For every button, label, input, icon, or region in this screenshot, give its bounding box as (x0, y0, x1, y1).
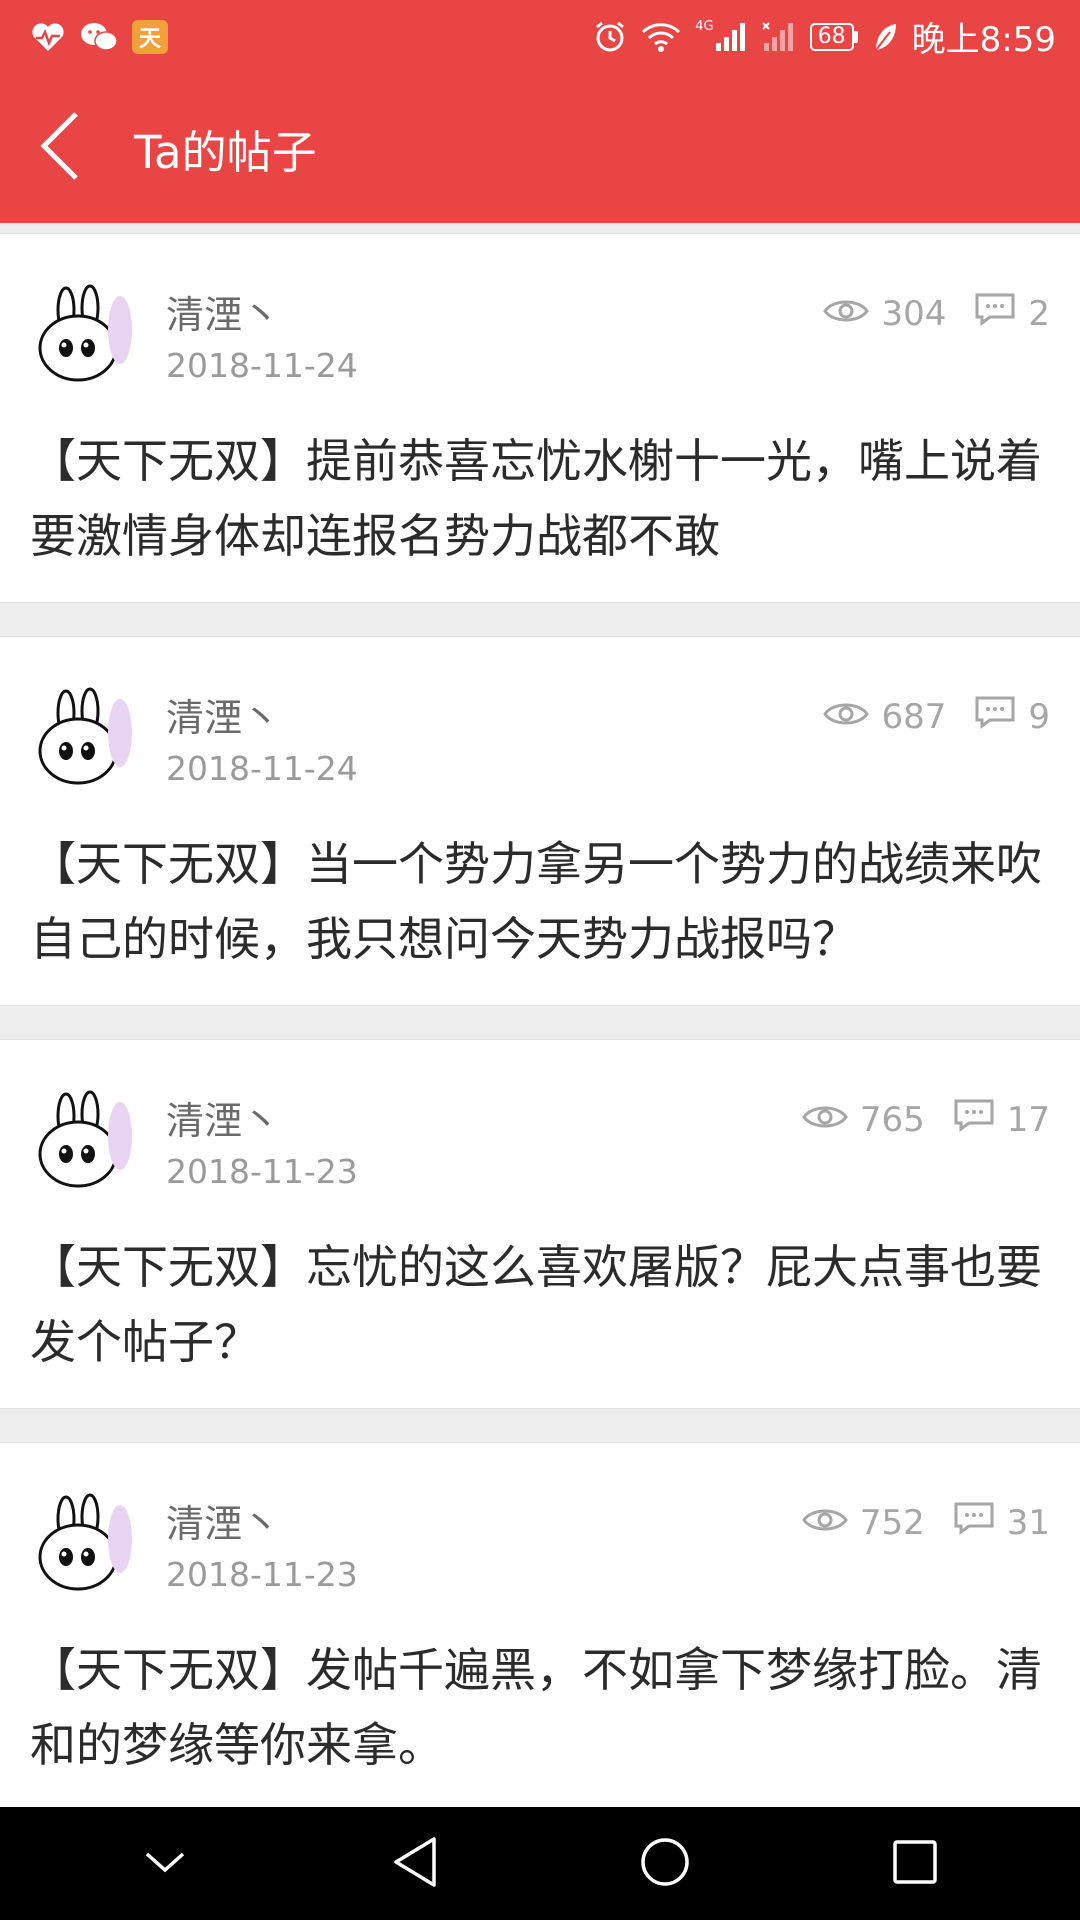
post-author[interactable]: 清湮丶 (166, 284, 280, 339)
post-list[interactable]: 清湮丶 2018-11-24 304 2 【天下无双】提前恭喜忘忧水榭十一光，嘴… (0, 223, 1080, 1807)
nav-back-button[interactable] (355, 1807, 475, 1920)
recents-square-icon (892, 1839, 938, 1889)
post-card[interactable]: 清湮丶 2018-11-24 687 9 【天下无双】当一个势力拿另一个势力的战… (0, 636, 1080, 1006)
back-triangle-icon (392, 1836, 438, 1892)
nav-recents-button[interactable] (855, 1807, 975, 1920)
view-count: 752 (859, 1502, 925, 1543)
eye-icon (823, 697, 870, 737)
chevron-left-icon (40, 112, 80, 184)
comment-icon (974, 695, 1016, 738)
comment-count: 9 (1028, 696, 1050, 737)
status-right-icons: 4G 68 晚上8:59 (593, 12, 1056, 61)
avatar[interactable] (30, 685, 134, 789)
system-nav-bar (0, 1807, 1080, 1920)
post-card[interactable]: 清湮丶 2018-11-24 304 2 【天下无双】提前恭喜忘忧水榭十一光，嘴… (0, 233, 1080, 603)
post-title[interactable]: 【天下无双】发帖千遍黑，不如拿下梦缘打脸。清和的梦缘等你来拿。 (30, 1633, 1060, 1783)
post-title[interactable]: 【天下无双】提前恭喜忘忧水榭十一光，嘴上说着要激情身体却连报名势力战都不敢 (30, 424, 1060, 574)
comment-icon (953, 1501, 995, 1544)
page-title: Ta的帖子 (134, 125, 317, 179)
post-stats: 765 17 (802, 1098, 1050, 1141)
wifi-icon (641, 21, 681, 53)
eye-icon (802, 1100, 848, 1140)
view-count: 304 (881, 293, 947, 334)
hide-keyboard-button[interactable] (105, 1807, 225, 1920)
view-count: 687 (881, 696, 947, 737)
app-bar: Ta的帖子 (0, 73, 1080, 223)
leaf-icon (872, 22, 898, 52)
post-author[interactable]: 清湮丶 (166, 687, 280, 742)
post-author[interactable]: 清湮丶 (166, 1090, 280, 1145)
post-card[interactable]: 清湮丶 2018-11-23 765 17 【天下无双】忘忧的这么喜欢屠版？屁大… (0, 1039, 1080, 1409)
home-circle-icon (639, 1836, 691, 1892)
alarm-icon (593, 20, 627, 54)
status-left-icons: 天 (30, 19, 168, 54)
post-date: 2018-11-23 (166, 1152, 358, 1191)
status-time: 晚上8:59 (911, 20, 1056, 60)
comment-count: 17 (1006, 1099, 1050, 1140)
network-type: 4G (695, 19, 714, 34)
battery-icon: 68 (809, 22, 858, 51)
avatar[interactable] (30, 1088, 134, 1192)
comment-icon (974, 292, 1016, 335)
eye-icon (802, 1503, 848, 1543)
post-author[interactable]: 清湮丶 (166, 1493, 280, 1548)
post-stats: 304 2 (823, 292, 1050, 335)
post-date: 2018-11-24 (166, 346, 358, 385)
post-card[interactable]: 清湮丶 2018-11-23 752 31 【天下无双】发帖千遍黑，不如拿下梦缘… (0, 1442, 1080, 1807)
eye-icon (823, 294, 870, 334)
nav-home-button[interactable] (605, 1807, 725, 1920)
comment-icon (953, 1098, 995, 1141)
post-stats: 687 9 (823, 695, 1050, 738)
post-title[interactable]: 【天下无双】当一个势力拿另一个势力的战绩来吹自己的时候，我只想问今天势力战报吗？ (30, 827, 1060, 977)
hide-keyboard-icon (145, 1850, 185, 1878)
signal-icon: 4G (695, 19, 747, 53)
app-icon: 天 (132, 19, 168, 54)
health-icon (30, 21, 66, 53)
post-stats: 752 31 (802, 1501, 1050, 1544)
post-date: 2018-11-23 (166, 1555, 358, 1594)
wechat-icon (80, 21, 118, 53)
post-date: 2018-11-24 (166, 749, 358, 788)
comment-count: 31 (1006, 1502, 1050, 1543)
signal-x-icon (761, 21, 796, 53)
comment-count: 2 (1028, 293, 1050, 334)
avatar[interactable] (30, 282, 134, 386)
back-button[interactable] (0, 73, 120, 223)
avatar[interactable] (30, 1491, 134, 1595)
post-title[interactable]: 【天下无双】忘忧的这么喜欢屠版？屁大点事也要发个帖子？ (30, 1230, 1060, 1380)
view-count: 765 (859, 1099, 925, 1140)
battery-level: 68 (817, 24, 846, 49)
status-bar: 天 4G 68 晚上8:59 (0, 0, 1080, 73)
